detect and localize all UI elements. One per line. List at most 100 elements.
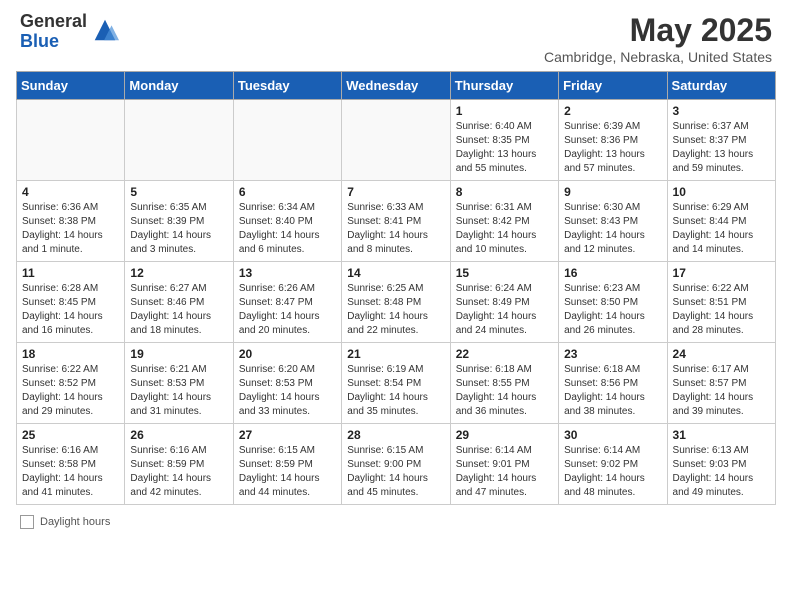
day-number: 4 bbox=[22, 185, 119, 199]
day-number: 29 bbox=[456, 428, 553, 442]
calendar-cell: 1 Sunrise: 6:40 AM Sunset: 8:35 PM Daylig… bbox=[450, 100, 558, 181]
day-info: Sunrise: 6:35 AM Sunset: 8:39 PM Dayligh… bbox=[130, 201, 227, 257]
day-number: 24 bbox=[673, 347, 770, 361]
calendar-week-5: 25Sunrise: 6:16 AM Sunset: 8:58 PM Dayli… bbox=[17, 424, 776, 505]
day-number: 26 bbox=[130, 428, 227, 442]
day-number: 19 bbox=[130, 347, 227, 361]
day-info: Sunrise: 6:24 AM Sunset: 8:49 PM Dayligh… bbox=[456, 282, 553, 338]
day-number: 28 bbox=[347, 428, 444, 442]
calendar-cell: 4 Sunrise: 6:36 AM Sunset: 8:38 PM Daylig… bbox=[17, 181, 125, 262]
day-number: 1 bbox=[456, 104, 553, 118]
calendar-cell: 6 Sunrise: 6:34 AM Sunset: 8:40 PM Daylig… bbox=[233, 181, 341, 262]
day-number: 16 bbox=[564, 266, 661, 280]
day-info: Sunrise: 6:14 AM Sunset: 9:01 PM Dayligh… bbox=[456, 444, 553, 500]
day-info: Sunrise: 6:26 AM Sunset: 8:47 PM Dayligh… bbox=[239, 282, 336, 338]
day-info: Sunrise: 6:25 AM Sunset: 8:48 PM Dayligh… bbox=[347, 282, 444, 338]
day-info: Sunrise: 6:34 AM Sunset: 8:40 PM Dayligh… bbox=[239, 201, 336, 257]
day-info: Sunrise: 6:16 AM Sunset: 8:59 PM Dayligh… bbox=[130, 444, 227, 500]
calendar-week-1: 1 Sunrise: 6:40 AM Sunset: 8:35 PM Daylig… bbox=[17, 100, 776, 181]
day-info: Sunrise: 6:18 AM Sunset: 8:56 PM Dayligh… bbox=[564, 363, 661, 419]
calendar-cell: 29 Sunrise: 6:14 AM Sunset: 9:01 PM Dayli… bbox=[450, 424, 558, 505]
calendar-week-3: 11 Sunrise: 6:28 AM Sunset: 8:45 PM Dayli… bbox=[17, 262, 776, 343]
day-number: 14 bbox=[347, 266, 444, 280]
day-info: Sunrise: 6:36 AM Sunset: 8:38 PM Dayligh… bbox=[22, 201, 119, 257]
calendar-cell: 18Sunrise: 6:22 AM Sunset: 8:52 PM Dayli… bbox=[17, 343, 125, 424]
day-number: 11 bbox=[22, 266, 119, 280]
day-info: Sunrise: 6:39 AM Sunset: 8:36 PM Dayligh… bbox=[564, 120, 661, 176]
day-number: 7 bbox=[347, 185, 444, 199]
day-number: 23 bbox=[564, 347, 661, 361]
day-number: 5 bbox=[130, 185, 227, 199]
logo-general: General bbox=[20, 12, 87, 32]
day-info: Sunrise: 6:17 AM Sunset: 8:57 PM Dayligh… bbox=[673, 363, 770, 419]
calendar-cell: 15Sunrise: 6:24 AM Sunset: 8:49 PM Dayli… bbox=[450, 262, 558, 343]
calendar-cell bbox=[342, 100, 450, 181]
calendar-cell: 3 Sunrise: 6:37 AM Sunset: 8:37 PM Daylig… bbox=[667, 100, 775, 181]
calendar-cell: 11 Sunrise: 6:28 AM Sunset: 8:45 PM Dayli… bbox=[17, 262, 125, 343]
day-number: 6 bbox=[239, 185, 336, 199]
calendar-cell: 13 Sunrise: 6:26 AM Sunset: 8:47 PM Dayli… bbox=[233, 262, 341, 343]
calendar-cell: 22Sunrise: 6:18 AM Sunset: 8:55 PM Dayli… bbox=[450, 343, 558, 424]
day-info: Sunrise: 6:19 AM Sunset: 8:54 PM Dayligh… bbox=[347, 363, 444, 419]
day-number: 9 bbox=[564, 185, 661, 199]
daylight-swatch bbox=[20, 515, 34, 529]
col-saturday: Saturday bbox=[667, 72, 775, 100]
day-number: 12 bbox=[130, 266, 227, 280]
day-info: Sunrise: 6:40 AM Sunset: 8:35 PM Dayligh… bbox=[456, 120, 553, 176]
day-info: Sunrise: 6:14 AM Sunset: 9:02 PM Dayligh… bbox=[564, 444, 661, 500]
day-info: Sunrise: 6:33 AM Sunset: 8:41 PM Dayligh… bbox=[347, 201, 444, 257]
day-info: Sunrise: 6:28 AM Sunset: 8:45 PM Dayligh… bbox=[22, 282, 119, 338]
calendar-cell: 30 Sunrise: 6:14 AM Sunset: 9:02 PM Dayli… bbox=[559, 424, 667, 505]
calendar-cell: 19 Sunrise: 6:21 AM Sunset: 8:53 PM Dayli… bbox=[125, 343, 233, 424]
day-number: 10 bbox=[673, 185, 770, 199]
page-header: General Blue May 2025 Cambridge, Nebrask… bbox=[0, 0, 792, 71]
day-info: Sunrise: 6:21 AM Sunset: 8:53 PM Dayligh… bbox=[130, 363, 227, 419]
calendar-cell: 20Sunrise: 6:20 AM Sunset: 8:53 PM Dayli… bbox=[233, 343, 341, 424]
calendar-cell: 26 Sunrise: 6:16 AM Sunset: 8:59 PM Dayli… bbox=[125, 424, 233, 505]
day-number: 17 bbox=[673, 266, 770, 280]
day-info: Sunrise: 6:29 AM Sunset: 8:44 PM Dayligh… bbox=[673, 201, 770, 257]
day-number: 18 bbox=[22, 347, 119, 361]
calendar-cell: 5 Sunrise: 6:35 AM Sunset: 8:39 PM Daylig… bbox=[125, 181, 233, 262]
calendar-cell bbox=[17, 100, 125, 181]
calendar-cell: 2 Sunrise: 6:39 AM Sunset: 8:36 PM Daylig… bbox=[559, 100, 667, 181]
calendar-cell: 23 Sunrise: 6:18 AM Sunset: 8:56 PM Dayli… bbox=[559, 343, 667, 424]
day-info: Sunrise: 6:20 AM Sunset: 8:53 PM Dayligh… bbox=[239, 363, 336, 419]
col-friday: Friday bbox=[559, 72, 667, 100]
day-number: 8 bbox=[456, 185, 553, 199]
footer: Daylight hours bbox=[0, 509, 792, 535]
logo-blue: Blue bbox=[20, 32, 87, 52]
col-thursday: Thursday bbox=[450, 72, 558, 100]
footer-label: Daylight hours bbox=[40, 516, 110, 528]
day-info: Sunrise: 6:37 AM Sunset: 8:37 PM Dayligh… bbox=[673, 120, 770, 176]
day-number: 2 bbox=[564, 104, 661, 118]
day-info: Sunrise: 6:15 AM Sunset: 8:59 PM Dayligh… bbox=[239, 444, 336, 500]
calendar-cell: 25Sunrise: 6:16 AM Sunset: 8:58 PM Dayli… bbox=[17, 424, 125, 505]
calendar-week-4: 18Sunrise: 6:22 AM Sunset: 8:52 PM Dayli… bbox=[17, 343, 776, 424]
day-number: 30 bbox=[564, 428, 661, 442]
day-number: 22 bbox=[456, 347, 553, 361]
calendar-cell: 14 Sunrise: 6:25 AM Sunset: 8:48 PM Dayli… bbox=[342, 262, 450, 343]
title-block: May 2025 Cambridge, Nebraska, United Sta… bbox=[544, 12, 772, 65]
calendar-cell: 9Sunrise: 6:30 AM Sunset: 8:43 PM Daylig… bbox=[559, 181, 667, 262]
calendar-cell: 27Sunrise: 6:15 AM Sunset: 8:59 PM Dayli… bbox=[233, 424, 341, 505]
day-number: 13 bbox=[239, 266, 336, 280]
day-number: 21 bbox=[347, 347, 444, 361]
calendar-cell bbox=[125, 100, 233, 181]
calendar-cell: 7 Sunrise: 6:33 AM Sunset: 8:41 PM Daylig… bbox=[342, 181, 450, 262]
calendar-table: Sunday Monday Tuesday Wednesday Thursday… bbox=[16, 71, 776, 505]
month-title: May 2025 bbox=[544, 12, 772, 49]
day-info: Sunrise: 6:22 AM Sunset: 8:51 PM Dayligh… bbox=[673, 282, 770, 338]
col-tuesday: Tuesday bbox=[233, 72, 341, 100]
day-number: 25 bbox=[22, 428, 119, 442]
calendar-cell: 31Sunrise: 6:13 AM Sunset: 9:03 PM Dayli… bbox=[667, 424, 775, 505]
logo: General Blue bbox=[20, 12, 119, 52]
calendar-cell: 17 Sunrise: 6:22 AM Sunset: 8:51 PM Dayli… bbox=[667, 262, 775, 343]
day-info: Sunrise: 6:27 AM Sunset: 8:46 PM Dayligh… bbox=[130, 282, 227, 338]
calendar-cell: 21 Sunrise: 6:19 AM Sunset: 8:54 PM Dayli… bbox=[342, 343, 450, 424]
day-number: 31 bbox=[673, 428, 770, 442]
day-number: 3 bbox=[673, 104, 770, 118]
col-sunday: Sunday bbox=[17, 72, 125, 100]
calendar-week-2: 4 Sunrise: 6:36 AM Sunset: 8:38 PM Daylig… bbox=[17, 181, 776, 262]
calendar-cell: 16Sunrise: 6:23 AM Sunset: 8:50 PM Dayli… bbox=[559, 262, 667, 343]
